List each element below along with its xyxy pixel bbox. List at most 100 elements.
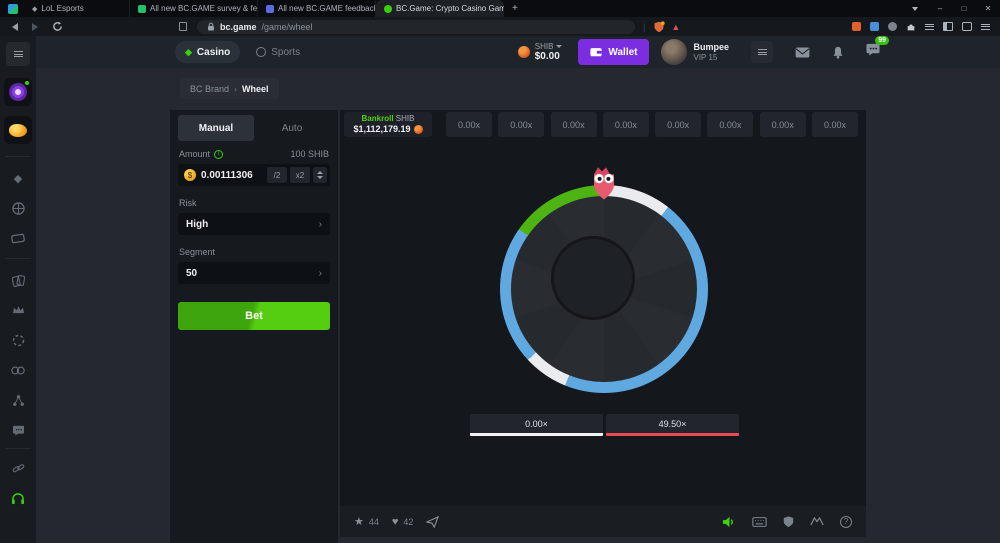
- breadcrumb-brand[interactable]: BC Brand: [190, 84, 229, 94]
- chat-unread-badge: 99: [875, 36, 889, 45]
- translate-icon[interactable]: [870, 22, 879, 31]
- sidebar-item-spin[interactable]: [10, 332, 26, 348]
- sidebar-item-casino[interactable]: ◆: [10, 170, 26, 186]
- crown-icon: [12, 305, 25, 315]
- sound-on-icon[interactable]: [722, 516, 736, 528]
- tab-auto[interactable]: Auto: [254, 115, 330, 141]
- reload-icon[interactable]: [52, 21, 63, 32]
- multiplier-slot[interactable]: 0.00x: [551, 112, 597, 137]
- wallet-button[interactable]: Wallet: [578, 39, 649, 65]
- segment-select[interactable]: 50 ›: [178, 262, 330, 284]
- help-icon[interactable]: ?: [840, 516, 852, 528]
- sidebar: ◆: [0, 36, 36, 543]
- sidebar-item-links[interactable]: [10, 460, 26, 476]
- warning-triangle-icon[interactable]: ▲: [671, 22, 680, 32]
- user-info[interactable]: Bumpee VIP 15: [693, 42, 729, 62]
- multiplier-slot[interactable]: 0.00x: [655, 112, 701, 137]
- stats-wave-icon[interactable]: [810, 516, 824, 527]
- lock-icon: [207, 22, 215, 31]
- favorite-star-icon[interactable]: ★: [354, 515, 364, 528]
- sidebar-item-support[interactable]: [10, 490, 26, 506]
- browser-menu-icon[interactable]: [981, 22, 990, 31]
- tab-lol-esports[interactable]: ◆ LoL Esports: [24, 0, 130, 17]
- extension-icon[interactable]: [852, 22, 861, 31]
- envelope-icon: [795, 47, 810, 58]
- bookmark-icon[interactable]: [179, 22, 187, 31]
- extensions-row: [852, 22, 990, 32]
- double-bet-button[interactable]: x2: [290, 167, 310, 183]
- segment-value: 50: [186, 268, 197, 279]
- puzzle-extensions-icon[interactable]: [906, 22, 916, 32]
- avatar[interactable]: [661, 39, 687, 65]
- sports-nav-button[interactable]: Sports: [246, 41, 310, 63]
- like-heart-icon[interactable]: ♥: [392, 516, 399, 528]
- inbox-button[interactable]: [795, 47, 810, 58]
- multiplier-slot[interactable]: 0.00x: [498, 112, 544, 137]
- wallet-icon: [590, 47, 602, 57]
- tokens-icon: [11, 365, 25, 376]
- casino-diamond-icon: ◆: [185, 47, 192, 58]
- amount-input[interactable]: $ 0.00111306 /2 x2: [178, 164, 330, 186]
- chevron-down-icon[interactable]: [912, 7, 918, 11]
- multiplier-slot[interactable]: 0.00x: [603, 112, 649, 137]
- result-value: 49.50×: [606, 414, 739, 433]
- sidebar-item-forum[interactable]: [10, 422, 26, 438]
- close-window-button[interactable]: ✕: [976, 4, 1000, 13]
- sidebar-item-bonus[interactable]: [4, 78, 32, 106]
- sidebar-menu-button[interactable]: [6, 42, 30, 66]
- multiplier-slot[interactable]: 0.00x: [707, 112, 753, 137]
- multiplier-slot[interactable]: 0.00x: [446, 112, 492, 137]
- url-field[interactable]: bc.game/game/wheel: [197, 20, 635, 34]
- multiplier-slot[interactable]: 0.00x: [812, 112, 858, 137]
- tab-bcgame-feedback[interactable]: All new BC.GAME feedback: [258, 0, 376, 17]
- sidebar-item-cards[interactable]: [10, 272, 26, 288]
- multiplier-slot[interactable]: 0.00x: [760, 112, 806, 137]
- info-icon[interactable]: i: [214, 150, 223, 159]
- casino-nav-button[interactable]: ◆ Casino: [175, 41, 240, 63]
- reading-list-icon[interactable]: [925, 22, 934, 31]
- maximize-button[interactable]: □: [952, 4, 976, 13]
- recent-multipliers: 0.00x 0.00x 0.00x 0.00x 0.00x 0.00x 0.00…: [446, 112, 858, 137]
- browser-logo-icon: [8, 4, 18, 14]
- url-path: /game/wheel: [262, 22, 313, 32]
- tab-manual[interactable]: Manual: [178, 115, 254, 141]
- risk-select[interactable]: High ›: [178, 213, 330, 235]
- tab-bcgame-survey[interactable]: All new BC.GAME survey & feedback: [130, 0, 258, 17]
- sidebar-item-games[interactable]: [10, 362, 26, 378]
- chat-button[interactable]: 99: [866, 43, 880, 61]
- amount-stepper[interactable]: [313, 167, 327, 183]
- bets-menu-button[interactable]: [751, 41, 773, 63]
- sidebar-item-racing[interactable]: [10, 230, 26, 246]
- forward-icon[interactable]: [32, 23, 38, 31]
- share-icon[interactable]: [426, 516, 439, 528]
- tab-favicon-diamond-icon: ◆: [32, 5, 37, 13]
- minimize-button[interactable]: –: [928, 4, 952, 13]
- half-bet-button[interactable]: /2: [267, 167, 287, 183]
- breadcrumb: BC Brand › Wheel: [180, 78, 279, 99]
- sidebar-item-vip[interactable]: [10, 302, 26, 318]
- sidebar-item-sports[interactable]: [10, 200, 26, 216]
- browser-address-bar: bc.game/game/wheel | ▲: [0, 17, 1000, 36]
- sidebar-item-rewards[interactable]: [4, 116, 32, 144]
- currency-selector[interactable]: SHIB $0.00: [510, 39, 571, 66]
- window-controls: – □ ✕: [902, 4, 1000, 13]
- amount-max: 100 SHIB: [290, 149, 329, 159]
- sidebar-item-affiliate[interactable]: [10, 392, 26, 408]
- shield-extension-icon[interactable]: [653, 21, 665, 33]
- wheel-ring: [500, 185, 708, 393]
- tab-label: All new BC.GAME survey & feedback: [150, 4, 258, 13]
- risk-label: Risk: [179, 198, 329, 208]
- shib-coin-icon: [518, 46, 530, 58]
- network-icon: [12, 394, 25, 407]
- notifications-button[interactable]: [832, 46, 844, 59]
- wheel-game-area: Bankroll SHIB $1,112,179.19 0.00x 0.00x …: [340, 110, 866, 537]
- extension-icon[interactable]: [888, 22, 897, 31]
- hotkeys-keyboard-icon[interactable]: [752, 517, 767, 527]
- new-tab-button[interactable]: +: [512, 3, 518, 14]
- side-panel-icon[interactable]: [943, 22, 953, 31]
- back-icon[interactable]: [12, 23, 18, 31]
- tab-bcgame-active[interactable]: BC.Game: Crypto Casino Games & ✕: [376, 0, 504, 17]
- bet-button[interactable]: Bet: [178, 302, 330, 330]
- fairness-shield-icon[interactable]: [783, 515, 794, 528]
- downloads-icon[interactable]: [962, 22, 972, 31]
